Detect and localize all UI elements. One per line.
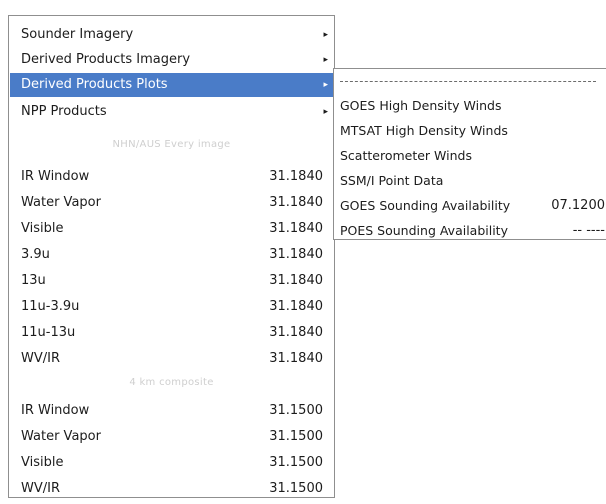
menu-item-ir-window[interactable]: IR Window 31.1840 (10, 165, 333, 189)
menu-item-time: 31.1840 (269, 247, 323, 262)
menu-item-water-vapor[interactable]: Water Vapor 31.1500 (10, 425, 333, 449)
menu-item-label: Sounder Imagery (21, 27, 134, 42)
menu-item-label: 13u (21, 273, 46, 288)
submenu-item-label: GOES High Density Winds (340, 98, 502, 113)
submenu-arrow-icon: ▸ (323, 107, 328, 117)
menu-item-visible[interactable]: Visible 31.1500 (10, 451, 333, 475)
submenu-item-goes-high-density-winds[interactable]: GOES High Density Winds (335, 94, 605, 118)
main-menu: Sounder Imagery ▸ Derived Products Image… (8, 15, 335, 498)
menu-item-label: 3.9u (21, 247, 50, 262)
menu-item-label: Water Vapor (21, 429, 101, 444)
menu-item-label: 11u-13u (21, 325, 76, 340)
submenu-item-goes-sounding-availability[interactable]: GOES Sounding Availability 07.1200 (335, 194, 605, 218)
menu-item-label: Visible (21, 221, 64, 236)
menu-item-time: 31.1840 (269, 325, 323, 340)
submenu-item-poes-sounding-availability[interactable]: POES Sounding Availability -- ---- (335, 219, 605, 243)
menu-item-label: Visible (21, 455, 64, 470)
menu-item-label: Derived Products Plots (21, 77, 168, 92)
menu-item-3-9u[interactable]: 3.9u 31.1840 (10, 243, 333, 267)
menu-item-time: 31.1840 (269, 195, 323, 210)
menu-item-label: Derived Products Imagery (21, 52, 191, 67)
menu-item-time: 31.1500 (269, 455, 323, 470)
group-header: NHN/AUS Every image (112, 139, 231, 150)
menu-item-11u-13u[interactable]: 11u-13u 31.1840 (10, 321, 333, 345)
group-header: 4 km composite (129, 377, 214, 388)
submenu-item-mtsat-high-density-winds[interactable]: MTSAT High Density Winds (335, 119, 605, 143)
menu-item-time: 31.1840 (269, 169, 323, 184)
menu-item-ir-window[interactable]: IR Window 31.1500 (10, 399, 333, 423)
submenu-arrow-icon: ▸ (323, 55, 328, 65)
menu-item-time: 31.1840 (269, 299, 323, 314)
menu-item-water-vapor[interactable]: Water Vapor 31.1840 (10, 191, 333, 215)
menu-item-label: IR Window (21, 169, 90, 184)
menu-item-label: Water Vapor (21, 195, 101, 210)
menu-item-wv-ir[interactable]: WV/IR 31.1840 (10, 347, 333, 371)
menu-item-time: 31.1500 (269, 403, 323, 418)
submenu-item-time: 07.1200 (551, 198, 605, 213)
menu-item-11u-3-9u[interactable]: 11u-3.9u 31.1840 (10, 295, 333, 319)
menu-item-derived-products-imagery[interactable]: Derived Products Imagery ▸ (10, 48, 333, 72)
submenu-item-label: Scatterometer Winds (340, 148, 472, 163)
menu-item-time: 31.1500 (269, 481, 323, 496)
submenu-item-time: -- ---- (572, 223, 605, 238)
menu-item-visible[interactable]: Visible 31.1840 (10, 217, 333, 241)
submenu-item-scatterometer-winds[interactable]: Scatterometer Winds (335, 144, 605, 168)
menu-item-derived-products-plots[interactable]: Derived Products Plots ▸ (10, 73, 333, 97)
menu-item-time: 31.1840 (269, 351, 323, 366)
menu-item-label: WV/IR (21, 351, 60, 366)
menu-item-time: 31.1840 (269, 221, 323, 236)
menu-item-label: 11u-3.9u (21, 299, 80, 314)
submenu-item-label: GOES Sounding Availability (340, 198, 511, 213)
menu-item-13u[interactable]: 13u 31.1840 (10, 269, 333, 293)
submenu-arrow-icon: ▸ (323, 80, 328, 90)
submenu-item-label: MTSAT High Density Winds (340, 123, 508, 138)
menu-item-label: WV/IR (21, 481, 60, 496)
menu-item-sounder-imagery[interactable]: Sounder Imagery ▸ (10, 23, 333, 47)
submenu-item-label: POES Sounding Availability (340, 223, 508, 238)
menu-item-npp-products[interactable]: NPP Products ▸ (10, 100, 333, 124)
menu-item-wv-ir[interactable]: WV/IR 31.1500 (10, 477, 333, 501)
menu-item-label: IR Window (21, 403, 90, 418)
menu-item-time: 31.1840 (269, 273, 323, 288)
submenu-item-ssmi-point-data[interactable]: SSM/I Point Data (335, 169, 605, 193)
tearoff-line[interactable] (340, 81, 596, 82)
menu-item-label: NPP Products (21, 104, 107, 119)
derived-products-plots-submenu: GOES High Density Winds MTSAT High Densi… (333, 68, 606, 240)
menu-item-time: 31.1500 (269, 429, 323, 444)
submenu-item-label: SSM/I Point Data (340, 173, 444, 188)
submenu-arrow-icon: ▸ (323, 30, 328, 40)
